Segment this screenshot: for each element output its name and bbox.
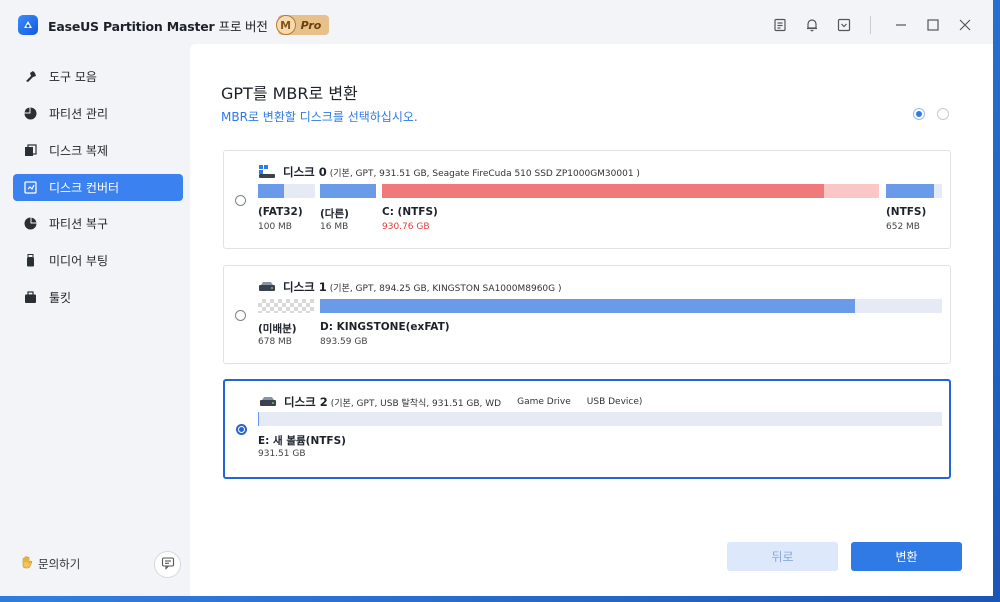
pro-badge: M Pro [275, 15, 330, 35]
partition-bar [320, 299, 942, 313]
title-bar: EaseUS Partition Master 프로 버전 M Pro [0, 0, 993, 50]
sidebar-item-partition-manager[interactable]: 파티션 관리 [13, 100, 183, 127]
disk-icon [259, 278, 275, 297]
help-link[interactable]: 문의하기 [20, 555, 80, 572]
badge-text: Pro [300, 18, 322, 32]
badge-letter: M [275, 15, 296, 35]
pie-chart-icon [23, 107, 37, 121]
close-icon[interactable] [953, 13, 977, 37]
disk-tag: USB Device) [586, 397, 643, 407]
step-indicator [901, 108, 949, 120]
app-edition-text: 프로 버전 [218, 18, 268, 34]
sidebar-item-label: 디스크 컨버터 [49, 181, 120, 195]
partition-size: 16 MB [320, 222, 349, 232]
disk-convert-icon [23, 181, 37, 195]
partition-bar [320, 184, 376, 198]
disk-header: 디스크 2 (기본, GPT, USB 탈착식, 931.51 GB, WD G… [260, 395, 642, 409]
partition-used [258, 412, 259, 426]
partition-bar [382, 184, 879, 198]
sidebar: 도구 모음 파티션 관리 디스크 복제 디스크 컨버터 파티션 복구 미디어 부… [0, 50, 190, 596]
back-button[interactable]: 뒤로 [727, 542, 838, 571]
disk-info: (기본, GPT, 931.51 GB, Seagate FireCuda 51… [329, 168, 640, 179]
partition-bar [886, 184, 942, 198]
usb-boot-icon [23, 254, 37, 268]
app-window: EaseUS Partition Master 프로 버전 M Pro 도구 모… [0, 0, 993, 596]
page-subtitle: MBR로 변환할 디스크를 선택하십시오. [221, 110, 418, 124]
disk-header: 디스크 1 (기본, GPT, 894.25 GB, KINGSTON SA10… [259, 280, 562, 294]
page-title: GPT를 MBR로 변환 [221, 84, 358, 103]
sidebar-item-toolkit[interactable]: 툴킷 [13, 284, 183, 311]
disk-header: 디스크 0 (기본, GPT, 931.51 GB, Seagate FireC… [259, 163, 640, 182]
app-title: EaseUS Partition Master 프로 버전 [48, 16, 268, 35]
wrench-icon [23, 70, 37, 84]
maximize-icon[interactable] [921, 13, 945, 37]
recovery-icon [23, 217, 37, 231]
clone-icon [23, 144, 37, 158]
sidebar-item-disk-clone[interactable]: 디스크 복제 [13, 137, 183, 164]
partition-size: 930.76 GB [382, 222, 430, 232]
sidebar-item-label: 파티션 복구 [49, 217, 109, 231]
partition-label: D: KINGSTONE(exFAT) [320, 321, 450, 333]
disk-radio[interactable] [235, 310, 246, 321]
partition-size: 931.51 GB [258, 449, 306, 459]
title-tools [760, 13, 977, 37]
main-panel: GPT를 MBR로 변환 MBR로 변환할 디스크를 선택하십시오. 디스크 0… [190, 44, 993, 596]
sidebar-item-label: 디스크 복제 [49, 144, 109, 158]
partition-size: 100 MB [258, 222, 292, 232]
partition-label: E: 새 볼륨(NTFS) [258, 435, 346, 447]
disk-name: 디스크 1 [283, 280, 327, 294]
partition-used [886, 184, 934, 198]
bell-icon[interactable] [800, 13, 824, 37]
partition-bar [258, 412, 942, 426]
disk-name: 디스크 0 [283, 165, 327, 179]
unallocated-bar [258, 299, 314, 313]
disk-icon [260, 393, 276, 412]
app-title-text: EaseUS Partition Master [48, 18, 215, 34]
partition-label: (미배분) [258, 323, 297, 335]
sidebar-item-label: 미디어 부팅 [49, 254, 109, 268]
partition-label: (FAT32) [258, 206, 303, 218]
disk-tag: Game Drive [517, 397, 571, 407]
partition-used [320, 299, 855, 313]
title-separator [870, 16, 871, 34]
partition-size: 893.59 GB [320, 337, 368, 347]
toolkit-icon [23, 291, 37, 305]
sidebar-item-toolbox[interactable]: 도구 모음 [13, 63, 183, 90]
app-logo-icon [18, 15, 38, 35]
sidebar-item-label: 도구 모음 [49, 70, 97, 84]
partition-size: 652 MB [886, 222, 920, 232]
disk-card-1[interactable]: 디스크 1 (기본, GPT, 894.25 GB, KINGSTON SA10… [223, 265, 951, 364]
disk-radio[interactable] [235, 195, 246, 206]
chat-icon [161, 555, 175, 574]
partition-used [258, 184, 284, 198]
sidebar-item-label: 파티션 관리 [49, 107, 109, 121]
disk-info: (기본, GPT, USB 탈착식, 931.51 GB, WD [330, 398, 502, 409]
disk-radio-selected[interactable] [236, 424, 247, 435]
menu-dropdown-icon[interactable] [832, 13, 856, 37]
help-label: 문의하기 [38, 556, 81, 571]
sidebar-item-media-boot[interactable]: 미디어 부팅 [13, 247, 183, 274]
partition-used [382, 184, 824, 198]
partition-label: (다른) [320, 208, 349, 220]
step-dot-active [913, 108, 925, 120]
convert-button[interactable]: 변환 [851, 542, 962, 571]
step-dot [937, 108, 949, 120]
partition-size: 678 MB [258, 337, 292, 347]
sidebar-item-disk-converter[interactable]: 디스크 컨버터 [13, 174, 183, 201]
disk-name: 디스크 2 [284, 395, 328, 409]
partition-used [320, 184, 376, 198]
disk-card-2[interactable]: 디스크 2 (기본, GPT, USB 탈착식, 931.51 GB, WD G… [223, 379, 951, 479]
sidebar-item-partition-recovery[interactable]: 파티션 복구 [13, 210, 183, 237]
partition-label: C: (NTFS) [382, 206, 438, 218]
partition-label: (NTFS) [886, 206, 927, 218]
partition-bar [258, 184, 315, 198]
disk-card-0[interactable]: 디스크 0 (기본, GPT, 931.51 GB, Seagate FireC… [223, 150, 951, 249]
sidebar-item-label: 툴킷 [49, 291, 72, 305]
hand-wave-icon [20, 555, 34, 572]
feedback-icon[interactable] [768, 13, 792, 37]
chat-button[interactable] [154, 551, 181, 578]
minimize-icon[interactable] [889, 13, 913, 37]
disk-icon [259, 163, 275, 182]
disk-info: (기본, GPT, 894.25 GB, KINGSTON SA1000M896… [329, 283, 562, 294]
